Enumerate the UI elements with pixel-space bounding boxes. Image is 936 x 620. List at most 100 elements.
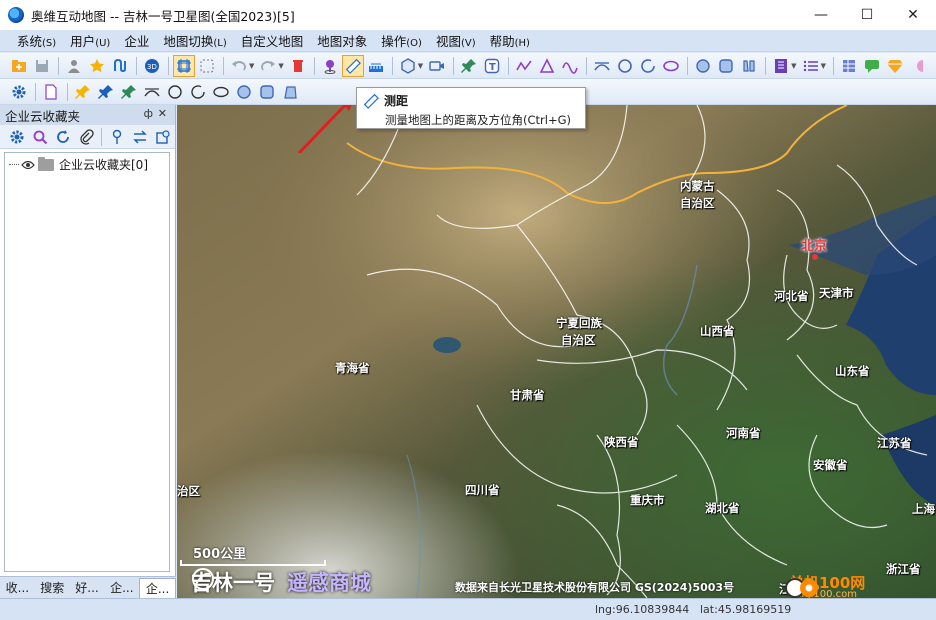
pin-yellow-button[interactable] bbox=[72, 81, 94, 103]
toolbar-separator bbox=[586, 56, 588, 75]
new-doc-button[interactable] bbox=[40, 81, 62, 103]
panel-search-button[interactable] bbox=[29, 126, 51, 148]
route-icon bbox=[114, 58, 126, 72]
menu-custom-map[interactable]: 自定义地图 bbox=[234, 31, 311, 50]
arc2-button[interactable] bbox=[141, 81, 163, 103]
layers-button[interactable] bbox=[770, 55, 792, 77]
circle2-button[interactable] bbox=[164, 81, 186, 103]
ellipse2-button[interactable] bbox=[210, 81, 232, 103]
add-marker-button[interactable] bbox=[319, 55, 341, 77]
polyline-button[interactable] bbox=[513, 55, 535, 77]
fill-rect2-button[interactable] bbox=[256, 81, 278, 103]
chat-button[interactable] bbox=[861, 55, 883, 77]
fill-poly-button[interactable] bbox=[738, 55, 760, 77]
ellipse-icon bbox=[213, 86, 229, 97]
maximize-button[interactable]: ☐ bbox=[844, 0, 890, 30]
brand-store-link[interactable]: 遥感商城 bbox=[287, 567, 371, 597]
map-label-qinghai: 青海省 bbox=[335, 361, 370, 375]
favorites-button[interactable] bbox=[86, 55, 108, 77]
open-button[interactable] bbox=[8, 55, 30, 77]
pin-tool-button[interactable] bbox=[458, 55, 480, 77]
arc-circle2-button[interactable] bbox=[187, 81, 209, 103]
map-label-ningxia-2: 自治区 bbox=[561, 333, 596, 347]
menu-system[interactable]: 系统(S) bbox=[10, 31, 63, 50]
panel-locate-button[interactable] bbox=[106, 126, 128, 148]
undo-button[interactable] bbox=[228, 55, 250, 77]
polygon-dropdown-icon[interactable]: ▼ bbox=[418, 62, 423, 70]
tab-friends[interactable]: 好... bbox=[70, 578, 105, 598]
select-tool-button[interactable] bbox=[173, 54, 195, 77]
video-button[interactable] bbox=[426, 55, 448, 77]
panel-export-button[interactable] bbox=[152, 126, 174, 148]
settings-button[interactable] bbox=[8, 81, 30, 103]
measure-area-button[interactable] bbox=[365, 55, 387, 77]
table-icon bbox=[842, 59, 855, 72]
three-d-icon: 3D bbox=[145, 58, 159, 73]
pushpin-yellow-icon bbox=[75, 84, 90, 99]
tree-item-enterprise-folder[interactable]: 企业云收藏夹[0] bbox=[9, 156, 169, 173]
arc-button[interactable] bbox=[591, 55, 613, 77]
dashed-rect-icon bbox=[200, 59, 214, 72]
layer-3d-button[interactable]: 3D bbox=[141, 55, 163, 77]
redo-dropdown-icon[interactable]: ▼ bbox=[278, 62, 283, 70]
more-button[interactable] bbox=[907, 55, 929, 77]
toolbar-separator bbox=[687, 56, 689, 75]
panel-refresh-button[interactable] bbox=[52, 126, 74, 148]
redo-button[interactable] bbox=[257, 55, 279, 77]
toolbar-separator bbox=[67, 82, 68, 101]
delete-button[interactable] bbox=[287, 55, 309, 77]
eye-icon[interactable] bbox=[21, 159, 35, 171]
menu-enterprise[interactable]: 企业 bbox=[117, 31, 156, 50]
fill-circle-button[interactable] bbox=[692, 55, 714, 77]
track-button[interactable] bbox=[109, 55, 131, 77]
menu-map-switch[interactable]: 地图切换(L) bbox=[156, 31, 233, 50]
menu-view[interactable]: 视图(V) bbox=[429, 31, 483, 50]
table-button[interactable] bbox=[838, 55, 860, 77]
pushpin-green-icon bbox=[121, 84, 136, 99]
save-button[interactable] bbox=[31, 55, 53, 77]
fill-rect-button[interactable] bbox=[715, 55, 737, 77]
tab-enterprise-favorites[interactable]: 企... bbox=[139, 577, 176, 598]
user-button[interactable] bbox=[63, 55, 85, 77]
list-dropdown-icon[interactable]: ▼ bbox=[821, 62, 826, 70]
fill-poly2-button[interactable] bbox=[279, 81, 301, 103]
panel-tab-strip: 收... 搜索 好... 企... 企... bbox=[0, 576, 176, 598]
measure-distance-button[interactable] bbox=[341, 54, 364, 77]
menu-operation[interactable]: 操作(O) bbox=[374, 31, 429, 50]
ellipse-button[interactable] bbox=[660, 55, 682, 77]
panel-sync-button[interactable] bbox=[129, 126, 151, 148]
fill-circle2-button[interactable] bbox=[233, 81, 255, 103]
menu-map-objects[interactable]: 地图对象 bbox=[310, 31, 374, 50]
panel-attach-button[interactable] bbox=[75, 126, 97, 148]
minimize-button[interactable]: — bbox=[798, 0, 844, 30]
tooltip-title: 测距 bbox=[363, 92, 579, 109]
tab-search[interactable]: 搜索 bbox=[35, 578, 70, 598]
circle-button[interactable] bbox=[614, 55, 636, 77]
text-tool-button[interactable]: T bbox=[481, 55, 503, 77]
menu-help[interactable]: 帮助(H) bbox=[483, 31, 537, 50]
tab-enterprise[interactable]: 企... bbox=[104, 578, 139, 598]
pin-blue-button[interactable] bbox=[95, 81, 117, 103]
curve-button[interactable] bbox=[559, 55, 581, 77]
pin-green-button[interactable] bbox=[118, 81, 140, 103]
panel-settings-button[interactable] bbox=[6, 126, 28, 148]
list-button[interactable] bbox=[800, 55, 822, 77]
main-toolbar: 3D ▼ ▼ ▼ T ▼ ▼ bbox=[0, 53, 936, 79]
tab-favorites[interactable]: 收... bbox=[0, 578, 35, 598]
arc-circle-button[interactable] bbox=[637, 55, 659, 77]
layers-dropdown-icon[interactable]: ▼ bbox=[791, 62, 796, 70]
vip-button[interactable] bbox=[884, 55, 906, 77]
menu-user[interactable]: 用户(U) bbox=[63, 31, 117, 50]
map-canvas[interactable]: 内蒙古 自治区 北京 河北省 天津市 宁夏回族 自治区 山西省 青海省 甘肃省 … bbox=[177, 105, 936, 598]
undo-dropdown-icon[interactable]: ▼ bbox=[249, 62, 254, 70]
close-panel-icon[interactable]: ✕ bbox=[158, 107, 167, 120]
polygon-tool-button[interactable] bbox=[397, 55, 419, 77]
map-label-beijing: 北京 bbox=[801, 239, 828, 254]
close-button[interactable]: ✕ bbox=[890, 0, 936, 30]
camera-icon bbox=[429, 60, 445, 71]
box-select-button[interactable] bbox=[196, 55, 218, 77]
pin-panel-icon[interactable]: ф bbox=[144, 107, 153, 120]
hexagon-icon bbox=[401, 57, 415, 74]
toolbar-separator bbox=[35, 82, 36, 101]
triangle-button[interactable] bbox=[536, 55, 558, 77]
